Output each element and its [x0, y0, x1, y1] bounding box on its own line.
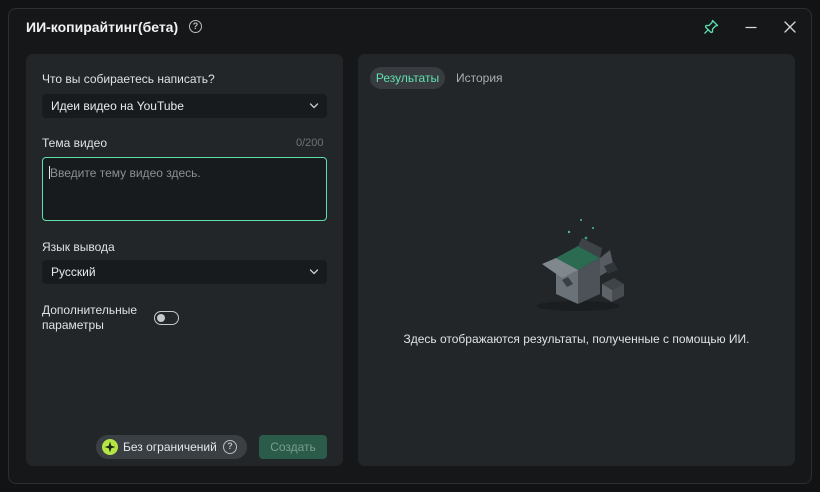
advanced-params-toggle[interactable] — [154, 311, 179, 325]
plan-help-icon[interactable]: ? — [223, 440, 237, 454]
close-button[interactable] — [782, 19, 798, 35]
language-value: Русский — [51, 265, 96, 279]
create-button[interactable]: Создать — [259, 435, 327, 459]
chevron-down-icon — [309, 268, 319, 276]
close-icon — [784, 21, 796, 33]
sparkle-icon — [102, 439, 118, 455]
topic-label: Тема видео — [42, 136, 108, 150]
input-panel: Что вы собираетесь написать? Идеи видео … — [26, 54, 343, 466]
ai-copywriting-window: ИИ-копирайтинг(бета) ? Что вы собираетес… — [8, 8, 812, 484]
topic-input[interactable]: Введите тему видео здесь. — [42, 157, 327, 221]
help-icon[interactable]: ? — [189, 20, 202, 33]
title-bar: ИИ-копирайтинг(бета) ? — [9, 9, 811, 49]
plan-badge[interactable]: Без ограничений ? — [96, 435, 247, 459]
chevron-down-icon — [309, 102, 319, 110]
topic-placeholder: Введите тему видео здесь. — [50, 166, 201, 180]
tab-history[interactable]: История — [456, 67, 503, 89]
language-select[interactable]: Русский — [42, 260, 327, 284]
minimize-icon — [745, 26, 757, 29]
plan-label: Без ограничений — [123, 440, 217, 454]
empty-state-message: Здесь отображаются результаты, полученны… — [403, 332, 750, 346]
window-title: ИИ-копирайтинг(бета) — [26, 19, 179, 35]
topic-char-counter: 0/200 — [296, 137, 324, 149]
advanced-params-label: Дополнительные параметры — [42, 303, 137, 332]
results-panel: Результаты История Здесь отображаются ре… — [358, 54, 795, 466]
write-type-select[interactable]: Идеи видео на YouTube — [42, 94, 327, 118]
language-label: Язык вывода — [42, 240, 115, 254]
pin-icon — [704, 19, 719, 34]
write-type-value: Идеи видео на YouTube — [51, 99, 184, 113]
pin-button[interactable] — [703, 19, 719, 35]
write-type-label: Что вы собираетесь написать? — [42, 72, 215, 86]
empty-box-illustration — [518, 214, 638, 314]
minimize-button[interactable] — [743, 19, 759, 35]
tab-results[interactable]: Результаты — [370, 67, 445, 89]
toggle-knob — [157, 314, 165, 322]
